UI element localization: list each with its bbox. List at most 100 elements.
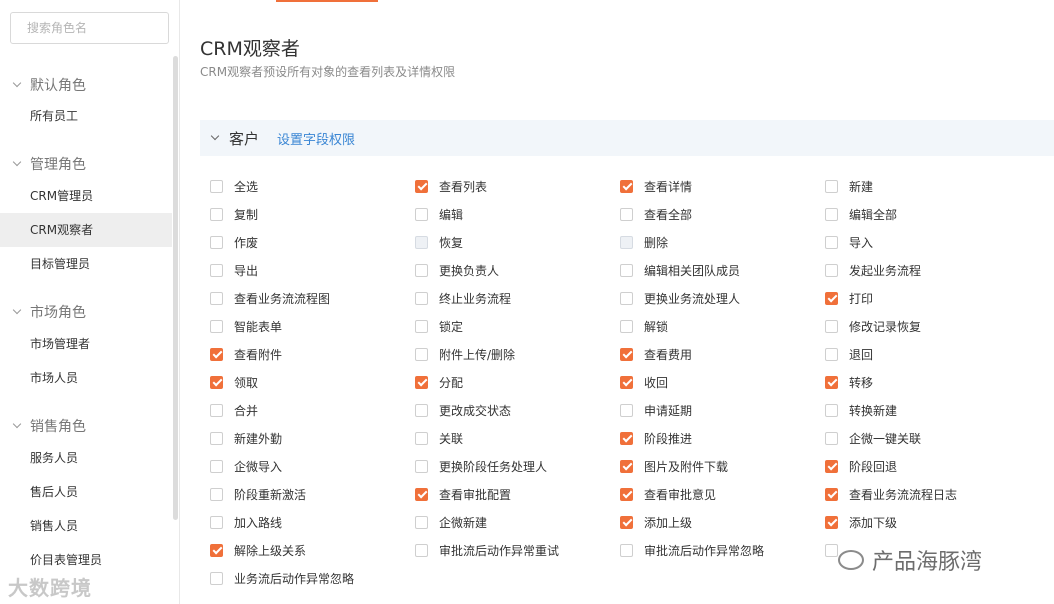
checkbox-checked[interactable]	[825, 487, 838, 501]
checkbox[interactable]	[825, 403, 838, 417]
checkbox[interactable]	[825, 347, 838, 361]
permission-item[interactable]: 更换业务流处理人	[620, 291, 740, 306]
permission-item[interactable]: 转移	[825, 375, 873, 390]
permission-item[interactable]: 查看业务流流程图	[210, 291, 330, 306]
checkbox[interactable]	[825, 319, 838, 333]
permission-item[interactable]: 解锁	[620, 319, 668, 334]
permission-item[interactable]: 智能表单	[210, 319, 282, 334]
permission-item[interactable]: 查看审批配置	[415, 487, 511, 502]
permission-item[interactable]: 解除上级关系	[210, 543, 306, 558]
group-sales-roles[interactable]: 销售角色	[12, 416, 86, 436]
permission-item[interactable]: 关联	[415, 431, 463, 446]
checkbox[interactable]	[210, 515, 223, 529]
checkbox-checked[interactable]	[415, 487, 428, 501]
checkbox[interactable]	[210, 431, 223, 445]
checkbox-checked[interactable]	[620, 459, 633, 473]
role-item-crm-admin[interactable]: CRM管理员	[0, 179, 172, 213]
checkbox[interactable]	[825, 235, 838, 249]
checkbox-checked[interactable]	[415, 375, 428, 389]
permission-item[interactable]: 终止业务流程	[415, 291, 511, 306]
permission-item[interactable]: 导入	[825, 235, 873, 250]
checkbox[interactable]	[210, 319, 223, 333]
permission-item[interactable]: 导出	[210, 263, 258, 278]
permission-item[interactable]: 新建外勤	[210, 431, 282, 446]
checkbox[interactable]	[825, 431, 838, 445]
permission-item[interactable]: 转换新建	[825, 403, 897, 418]
permission-item[interactable]: 复制	[210, 207, 258, 222]
checkbox-checked[interactable]	[825, 459, 838, 473]
permission-item[interactable]: 查看审批意见	[620, 487, 716, 502]
permission-item[interactable]: 编辑	[415, 207, 463, 222]
group-default-roles[interactable]: 默认角色	[12, 75, 86, 95]
permission-item[interactable]: 查看费用	[620, 347, 692, 362]
permission-item[interactable]: 作废	[210, 235, 258, 250]
permission-item[interactable]: 退回	[825, 347, 873, 362]
role-item-after-sales-staff[interactable]: 售后人员	[0, 475, 172, 509]
role-item-all-staff[interactable]: 所有员工	[0, 99, 172, 133]
section-header-customer[interactable]: 客户 设置字段权限	[200, 120, 1054, 156]
checkbox[interactable]	[620, 263, 633, 277]
permission-item[interactable]: 阶段回退	[825, 459, 897, 474]
checkbox[interactable]	[210, 263, 223, 277]
checkbox-checked[interactable]	[210, 543, 223, 557]
permission-item[interactable]: 新建	[825, 179, 873, 194]
role-item-crm-observer[interactable]: CRM观察者	[0, 213, 172, 247]
checkbox-checked[interactable]	[825, 515, 838, 529]
permission-item[interactable]: 加入路线	[210, 515, 282, 530]
role-search-input[interactable]: 搜索角色名	[10, 12, 169, 44]
checkbox-checked[interactable]	[620, 375, 633, 389]
checkbox[interactable]	[415, 403, 428, 417]
permission-item[interactable]: 附件上传/删除	[415, 347, 515, 362]
permission-item[interactable]: 企微新建	[415, 515, 487, 530]
checkbox[interactable]	[210, 487, 223, 501]
checkbox[interactable]	[210, 179, 223, 193]
checkbox[interactable]	[210, 571, 223, 585]
permission-item[interactable]: 图片及附件下载	[620, 459, 728, 474]
checkbox[interactable]	[415, 207, 428, 221]
chevron-down-icon[interactable]	[210, 131, 220, 141]
permission-item[interactable]: 添加上级	[620, 515, 692, 530]
checkbox[interactable]	[415, 431, 428, 445]
permission-item[interactable]: 查看列表	[415, 179, 487, 194]
checkbox-checked[interactable]	[210, 375, 223, 389]
permission-item[interactable]: 收回	[620, 375, 668, 390]
checkbox[interactable]	[210, 459, 223, 473]
checkbox-checked[interactable]	[620, 179, 633, 193]
permission-item[interactable]: 更换负责人	[415, 263, 499, 278]
permission-item[interactable]: 分配	[415, 375, 463, 390]
permission-item[interactable]: 更改成交状态	[415, 403, 511, 418]
checkbox[interactable]	[825, 543, 838, 557]
checkbox-checked[interactable]	[825, 291, 838, 305]
permission-item[interactable]: 编辑全部	[825, 207, 897, 222]
checkbox[interactable]	[415, 263, 428, 277]
permission-item[interactable]: 业务流后动作异常忽略	[210, 571, 354, 586]
checkbox[interactable]	[210, 235, 223, 249]
checkbox[interactable]	[210, 207, 223, 221]
permission-item[interactable]: 领取	[210, 375, 258, 390]
permission-item[interactable]: 阶段推进	[620, 431, 692, 446]
checkbox[interactable]	[210, 403, 223, 417]
group-market-roles[interactable]: 市场角色	[12, 302, 86, 322]
checkbox[interactable]	[210, 291, 223, 305]
permission-item[interactable]: 发起业务流程	[825, 263, 921, 278]
checkbox[interactable]	[825, 263, 838, 277]
permission-item[interactable]: 查看附件	[210, 347, 282, 362]
checkbox[interactable]	[415, 515, 428, 529]
checkbox[interactable]	[620, 291, 633, 305]
permission-item[interactable]: 全选	[210, 179, 258, 194]
checkbox-checked[interactable]	[620, 347, 633, 361]
checkbox-checked[interactable]	[620, 487, 633, 501]
permission-item[interactable]: 编辑相关团队成员	[620, 263, 740, 278]
checkbox[interactable]	[620, 207, 633, 221]
permission-item[interactable]: 查看详情	[620, 179, 692, 194]
permission-item[interactable]: 审批流后动作异常重试	[415, 543, 559, 558]
permission-item[interactable]: 审批流后动作异常忽略	[620, 543, 764, 558]
permission-item[interactable]: 恢复	[415, 235, 463, 250]
permission-item[interactable]: 申请延期	[620, 403, 692, 418]
permission-item[interactable]: 阶段重新激活	[210, 487, 306, 502]
role-item-market-staff[interactable]: 市场人员	[0, 361, 172, 395]
checkbox-checked[interactable]	[620, 515, 633, 529]
permission-item[interactable]: 添加下级	[825, 515, 897, 530]
permission-item[interactable]: 打印	[825, 291, 873, 306]
permission-item[interactable]: 修改记录恢复	[825, 319, 921, 334]
